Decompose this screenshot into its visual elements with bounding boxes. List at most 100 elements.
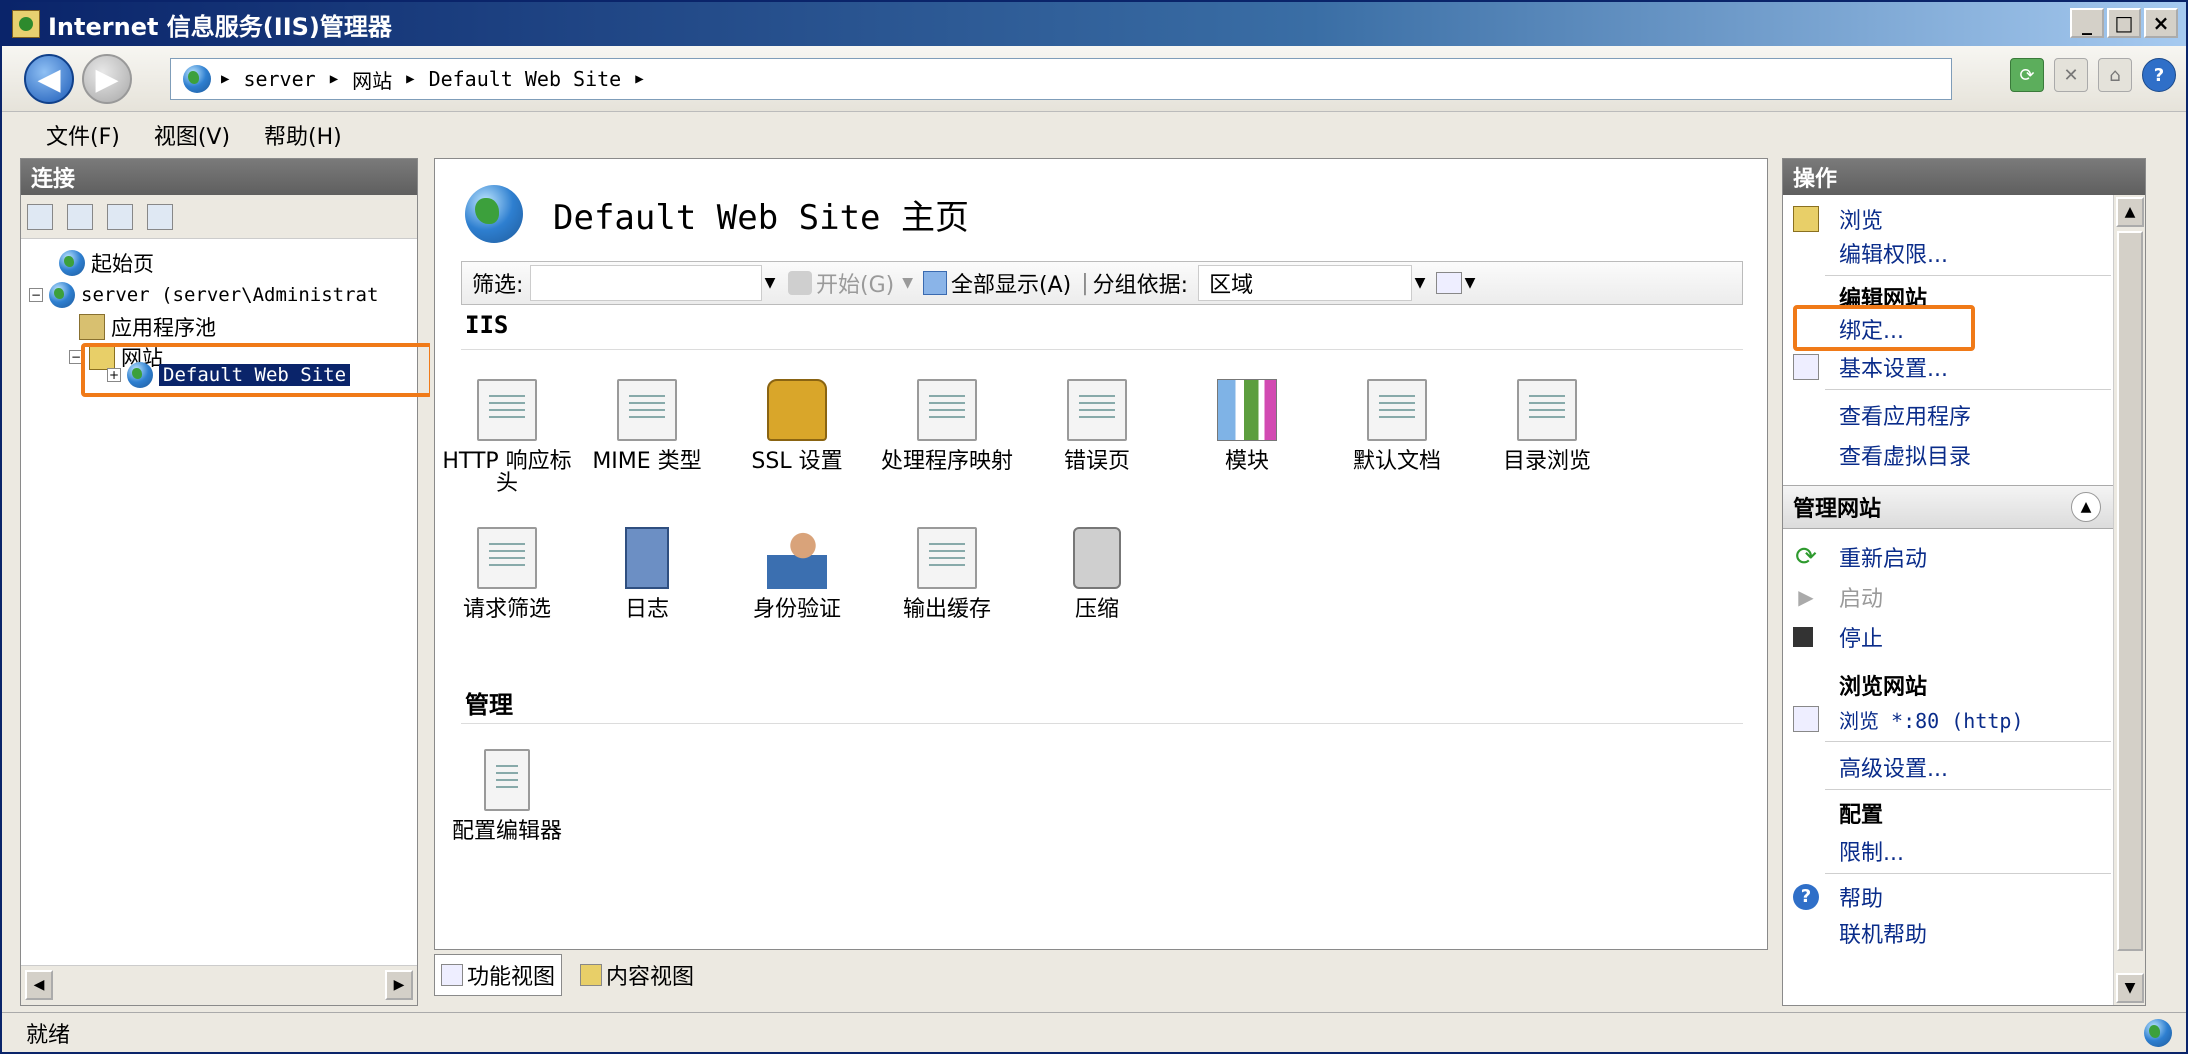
feature-label: 默认文档	[1352, 449, 1441, 474]
nav-right-tools: ⟳ ✕ ⌂ ?	[2010, 58, 2176, 92]
tree-label: server (server\Administrat	[81, 284, 379, 306]
up-folder-icon[interactable]	[107, 203, 133, 230]
settings-doc-icon	[1793, 354, 1819, 380]
collapse-icon[interactable]: −	[29, 288, 43, 302]
menu-file[interactable]: 文件(F)	[46, 119, 120, 151]
feature-configuration-editor[interactable]: 配置编辑器	[439, 749, 575, 843]
feature-compression[interactable]: 压缩	[1029, 527, 1165, 621]
feature-ssl-settings[interactable]: SSL 设置	[729, 379, 865, 473]
scroll-down-button[interactable]: ▼	[2116, 973, 2144, 1003]
delete-connection-icon[interactable]	[147, 203, 173, 230]
action-limits[interactable]: 限制...	[1839, 835, 1904, 867]
action-stop[interactable]: 停止	[1793, 621, 1883, 653]
manage-site-group-header[interactable]: 管理网站 ▲	[1783, 485, 2145, 529]
browse-icon	[1793, 206, 1819, 232]
action-separator	[1825, 789, 2111, 790]
action-edit-permissions[interactable]: 编辑权限...	[1839, 237, 1948, 269]
scroll-thumb[interactable]	[2117, 231, 2143, 951]
start-icon: ▶	[1798, 585, 1814, 609]
chevron-down-icon[interactable]: ▼	[762, 265, 778, 301]
feature-authentication[interactable]: 身份验证	[729, 527, 865, 621]
stop-icon[interactable]: ✕	[2054, 58, 2088, 92]
filter-input[interactable]	[530, 265, 762, 301]
menu-help[interactable]: 帮助(H)	[264, 119, 342, 151]
action-label: 查看应用程序	[1839, 405, 1972, 430]
breadcrumb-arrow-icon[interactable]: ▶	[635, 71, 643, 87]
menu-bar: 文件(F) 视图(V) 帮助(H)	[2, 112, 2186, 158]
close-button[interactable]: ×	[2144, 8, 2178, 38]
feature-label: MIME 类型	[592, 449, 702, 474]
request-filtering-icon	[477, 527, 537, 589]
feature-error-pages[interactable]: 错误页	[1029, 379, 1165, 473]
tree-item-server[interactable]: − server (server\Administrat	[29, 279, 378, 311]
show-all-icon	[923, 271, 947, 295]
iis-manager-window: Internet 信息服务(IIS)管理器 _ □ × ◀ ▶ ▶ server…	[0, 0, 2188, 1054]
action-label: 联机帮助	[1839, 923, 1928, 948]
default-document-icon	[1367, 379, 1427, 441]
refresh-icon[interactable]: ⟳	[2010, 58, 2044, 92]
chevron-down-icon[interactable]: ▼	[902, 275, 913, 291]
breadcrumb-sites[interactable]: 网站	[352, 65, 392, 94]
collapse-icon[interactable]: ▲	[2071, 492, 2101, 522]
action-browse-80[interactable]: 浏览 *:80 (http)	[1793, 703, 2024, 735]
help-icon[interactable]: ?	[2142, 58, 2176, 92]
scroll-left-button[interactable]: ◀	[25, 970, 53, 1000]
chevron-down-icon[interactable]: ▼	[1412, 265, 1428, 301]
action-basic-settings[interactable]: 基本设置...	[1793, 351, 1948, 383]
go-button[interactable]: 开始(G) ▼	[788, 267, 913, 299]
breadcrumb-default-site[interactable]: Default Web Site	[429, 67, 622, 91]
feature-http-response-headers[interactable]: HTTP 响应标头	[439, 379, 575, 495]
back-button[interactable]: ◀	[24, 54, 74, 104]
group-label: 浏览网站	[1839, 675, 1928, 700]
chevron-down-icon[interactable]: ▼	[1462, 265, 1478, 301]
tree-item-app-pools[interactable]: 应用程序池	[79, 311, 216, 343]
connection-status-icon	[2144, 1019, 2172, 1047]
tab-content-view[interactable]: 内容视图	[574, 955, 700, 995]
action-browse[interactable]: 浏览	[1793, 203, 1883, 235]
tab-features-view[interactable]: 功能视图	[434, 954, 563, 996]
action-view-applications[interactable]: 查看应用程序	[1839, 399, 1971, 431]
feature-label: 配置编辑器	[451, 819, 562, 844]
connections-header: 连接	[21, 159, 417, 195]
group-by-label: 分组依据:	[1092, 273, 1189, 298]
feature-handler-mappings[interactable]: 处理程序映射	[879, 379, 1015, 473]
view-mode-icon[interactable]	[1436, 272, 1463, 294]
show-all-button[interactable]: 全部显示(A)	[923, 267, 1071, 299]
connect-icon[interactable]	[27, 203, 53, 230]
action-label: 查看虚拟目录	[1839, 445, 1972, 470]
tree-item-start-page[interactable]: 起始页	[59, 247, 154, 279]
output-caching-icon	[917, 527, 977, 589]
connections-toolbar	[21, 195, 417, 239]
feature-directory-browsing[interactable]: 目录浏览	[1479, 379, 1615, 473]
action-help[interactable]: ? 帮助	[1793, 881, 1883, 913]
action-label: 帮助	[1839, 887, 1884, 912]
highlight-box	[1793, 305, 1975, 351]
feature-mime-types[interactable]: MIME 类型	[579, 379, 715, 473]
server-icon	[49, 282, 75, 308]
group-by-select[interactable]: 区域	[1198, 265, 1413, 301]
action-advanced-settings[interactable]: 高级设置...	[1839, 751, 1948, 783]
action-view-virtual-dirs[interactable]: 查看虚拟目录	[1839, 439, 1971, 471]
feature-output-caching[interactable]: 输出缓存	[879, 527, 1015, 621]
action-online-help[interactable]: 联机帮助	[1839, 917, 1927, 949]
scroll-right-button[interactable]: ▶	[385, 970, 413, 1000]
action-restart[interactable]: ⟳ 重新启动	[1793, 541, 1927, 573]
feature-logging[interactable]: 日志	[579, 527, 715, 621]
maximize-button[interactable]: □	[2107, 8, 2141, 38]
view-tabs: 功能视图 内容视图	[434, 950, 700, 1000]
breadcrumb-server[interactable]: server	[243, 67, 315, 91]
feature-request-filtering[interactable]: 请求筛选	[439, 527, 575, 621]
section-divider	[461, 349, 1743, 350]
forward-button[interactable]: ▶	[82, 54, 132, 104]
connections-hscrollbar[interactable]: ◀ ▶	[21, 965, 417, 1005]
home-icon[interactable]: ⌂	[2098, 58, 2132, 92]
actions-vscrollbar[interactable]: ▲ ▼	[2113, 195, 2145, 1005]
address-bar[interactable]: ▶ server ▶ 网站 ▶ Default Web Site ▶	[170, 58, 1952, 100]
feature-modules[interactable]: 模块	[1179, 379, 1315, 473]
feature-label: 处理程序映射	[880, 449, 1013, 474]
menu-view[interactable]: 视图(V)	[154, 119, 230, 151]
scroll-up-button[interactable]: ▲	[2116, 197, 2144, 227]
feature-default-document[interactable]: 默认文档	[1329, 379, 1465, 473]
save-icon[interactable]	[67, 203, 93, 230]
minimize-button[interactable]: _	[2070, 8, 2104, 38]
